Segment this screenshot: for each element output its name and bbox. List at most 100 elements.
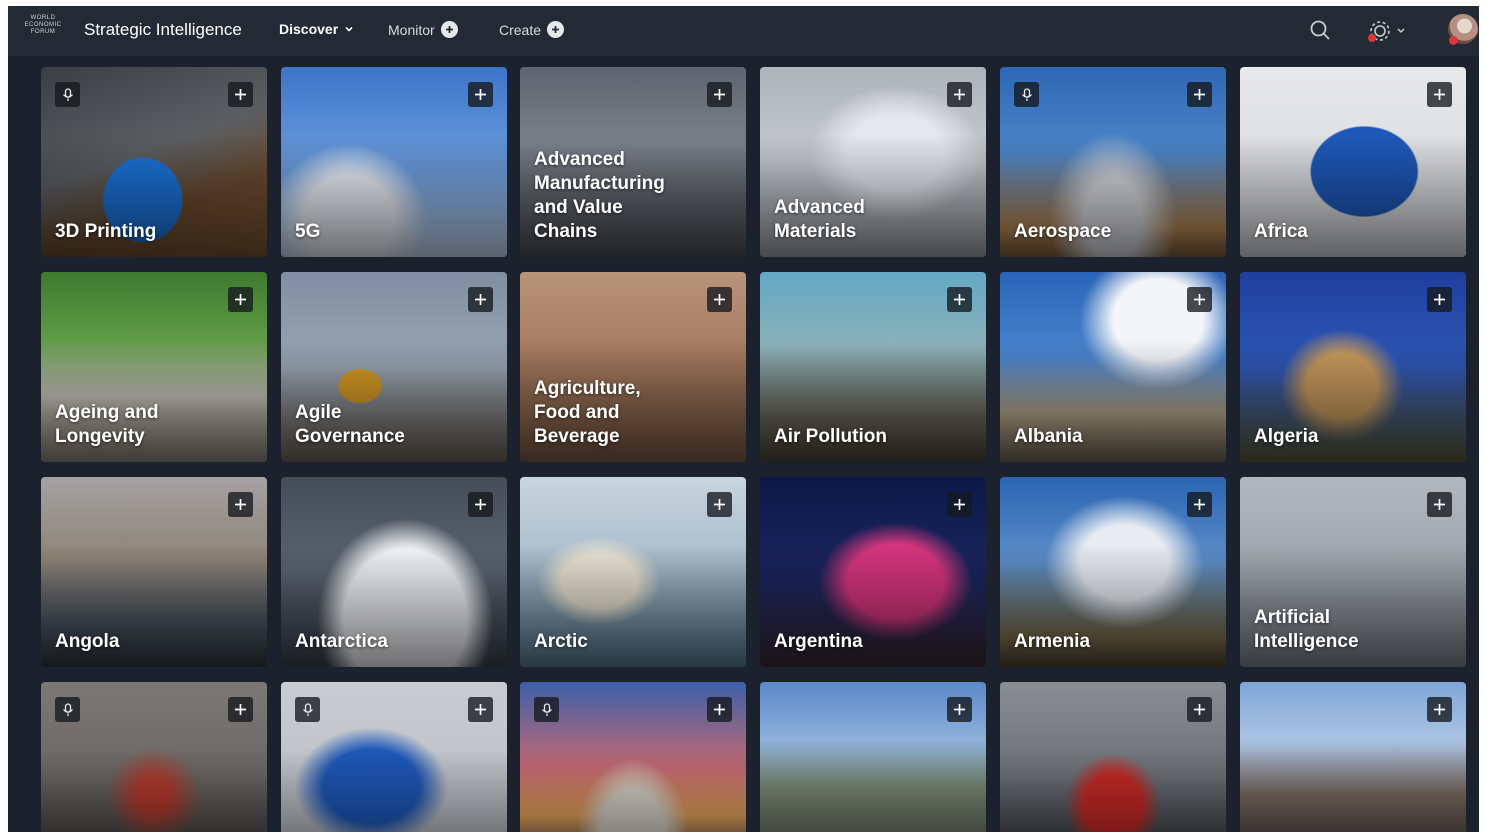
add-topic-button[interactable] <box>947 697 972 722</box>
topic-tile[interactable]: Armenia <box>1000 477 1226 667</box>
add-topic-button[interactable] <box>707 697 732 722</box>
topic-label: Angola <box>55 631 120 652</box>
add-topic-button[interactable] <box>1187 287 1212 312</box>
topic-label: Armenia <box>1014 631 1091 652</box>
plus-icon <box>714 89 725 100</box>
topic-label: 5G <box>295 221 321 242</box>
topic-tile[interactable]: Automotive <box>1000 682 1226 832</box>
topic-tile[interactable] <box>520 682 746 832</box>
wef-logo[interactable]: WORLD ECONOMIC FORUM <box>20 15 66 41</box>
chevron-down-icon <box>345 26 353 32</box>
topic-label: Air Pollution <box>774 426 887 447</box>
topic-label: Algeria <box>1254 426 1319 447</box>
app-title[interactable]: Strategic Intelligence <box>84 20 242 40</box>
topic-tile[interactable]: Artificial Intelligence <box>1240 477 1466 667</box>
plus-icon <box>1434 704 1445 715</box>
nav-monitor[interactable]: Monitor <box>388 21 458 38</box>
topic-label: Aerospace <box>1014 221 1112 242</box>
tile-image-shade <box>760 748 986 832</box>
topic-tile[interactable]: Aerospace <box>1000 67 1226 257</box>
add-topic-button[interactable] <box>228 287 253 312</box>
topic-label: Albania <box>1014 426 1083 447</box>
add-topic-button[interactable] <box>468 492 493 517</box>
topic-tile[interactable]: Albania <box>1000 272 1226 462</box>
add-topic-button[interactable] <box>228 492 253 517</box>
topic-tile[interactable]: Arctic <box>520 477 746 667</box>
add-topic-button[interactable] <box>707 82 732 107</box>
topic-tile[interactable]: Algeria <box>1240 272 1466 462</box>
search-icon[interactable] <box>1308 18 1332 42</box>
topic-label: Arctic <box>534 631 588 652</box>
topic-tile[interactable]: Agriculture, Food and Beverage <box>520 272 746 462</box>
plus-icon <box>475 89 486 100</box>
add-topic-button[interactable] <box>707 287 732 312</box>
topic-tile[interactable]: 5G <box>281 67 507 257</box>
topic-tile[interactable]: Agile Governance <box>281 272 507 462</box>
nav-monitor-label: Monitor <box>388 21 435 38</box>
app-window: WORLD ECONOMIC FORUM Strategic Intellige… <box>8 6 1479 832</box>
add-topic-button[interactable] <box>468 82 493 107</box>
topic-tile[interactable]: 3D Printing <box>41 67 267 257</box>
plus-icon <box>1194 294 1205 305</box>
topic-tile[interactable]: Ageing and Longevity <box>41 272 267 462</box>
plus-icon <box>235 294 246 305</box>
add-topic-button[interactable] <box>228 697 253 722</box>
topic-tile[interactable] <box>281 682 507 832</box>
add-topic-button[interactable] <box>1427 287 1452 312</box>
topic-tile[interactable]: Argentina <box>760 477 986 667</box>
plus-icon <box>714 704 725 715</box>
microphone-icon <box>55 82 80 107</box>
topic-label: Agile Governance <box>295 402 405 447</box>
tile-image-shade <box>1000 748 1226 832</box>
logo-line: WORLD <box>30 15 56 21</box>
logo-line: FORUM <box>30 29 56 35</box>
microphone-icon <box>534 697 559 722</box>
add-topic-button[interactable] <box>1427 82 1452 107</box>
topic-label: Advanced Materials <box>774 197 865 242</box>
microphone-icon <box>295 697 320 722</box>
plus-icon <box>1194 704 1205 715</box>
topic-tile[interactable]: Air Pollution <box>760 272 986 462</box>
plus-icon <box>954 294 965 305</box>
plus-icon <box>1194 499 1205 510</box>
topic-tile[interactable]: Antarctica <box>281 477 507 667</box>
add-topic-button[interactable] <box>1187 82 1212 107</box>
add-topic-button[interactable] <box>1427 697 1452 722</box>
add-topic-button[interactable] <box>1187 492 1212 517</box>
add-topic-button[interactable] <box>1427 492 1452 517</box>
plus-icon <box>1434 499 1445 510</box>
plus-icon <box>714 294 725 305</box>
add-topic-button[interactable] <box>1187 697 1212 722</box>
add-topic-button[interactable] <box>947 287 972 312</box>
add-topic-button[interactable] <box>468 697 493 722</box>
plus-icon <box>1194 89 1205 100</box>
nav-create[interactable]: Create <box>499 21 565 38</box>
nav-create-label: Create <box>499 21 542 38</box>
topic-label: 3D Printing <box>55 221 157 242</box>
plus-icon <box>235 89 246 100</box>
add-topic-button[interactable] <box>707 492 732 517</box>
topic-label: Antarctica <box>295 631 388 652</box>
topic-tile[interactable]: Advanced Manufacturing and Value Chains <box>520 67 746 257</box>
add-topic-button[interactable] <box>947 492 972 517</box>
plus-icon <box>1434 89 1445 100</box>
plus-icon <box>475 499 486 510</box>
add-topic-button[interactable] <box>228 82 253 107</box>
topic-label: Artificial Intelligence <box>1254 607 1359 652</box>
plus-icon <box>714 499 725 510</box>
add-topic-button[interactable] <box>468 287 493 312</box>
topic-tile[interactable]: Advanced Materials <box>760 67 986 257</box>
plus-icon <box>235 499 246 510</box>
logo-line: ECONOMIC <box>24 22 62 28</box>
topic-tile[interactable]: Africa <box>1240 67 1466 257</box>
plus-icon <box>954 704 965 715</box>
plus-icon <box>954 499 965 510</box>
plus-icon <box>1434 294 1445 305</box>
topic-tile[interactable] <box>41 682 267 832</box>
nav-discover[interactable]: Discover <box>279 21 354 37</box>
add-topic-button[interactable] <box>947 82 972 107</box>
tile-image-shade <box>41 748 267 832</box>
topic-tile[interactable]: Aviation, Travel <box>1240 682 1466 832</box>
topic-tile[interactable]: Angola <box>41 477 267 667</box>
topic-tile[interactable] <box>760 682 986 832</box>
